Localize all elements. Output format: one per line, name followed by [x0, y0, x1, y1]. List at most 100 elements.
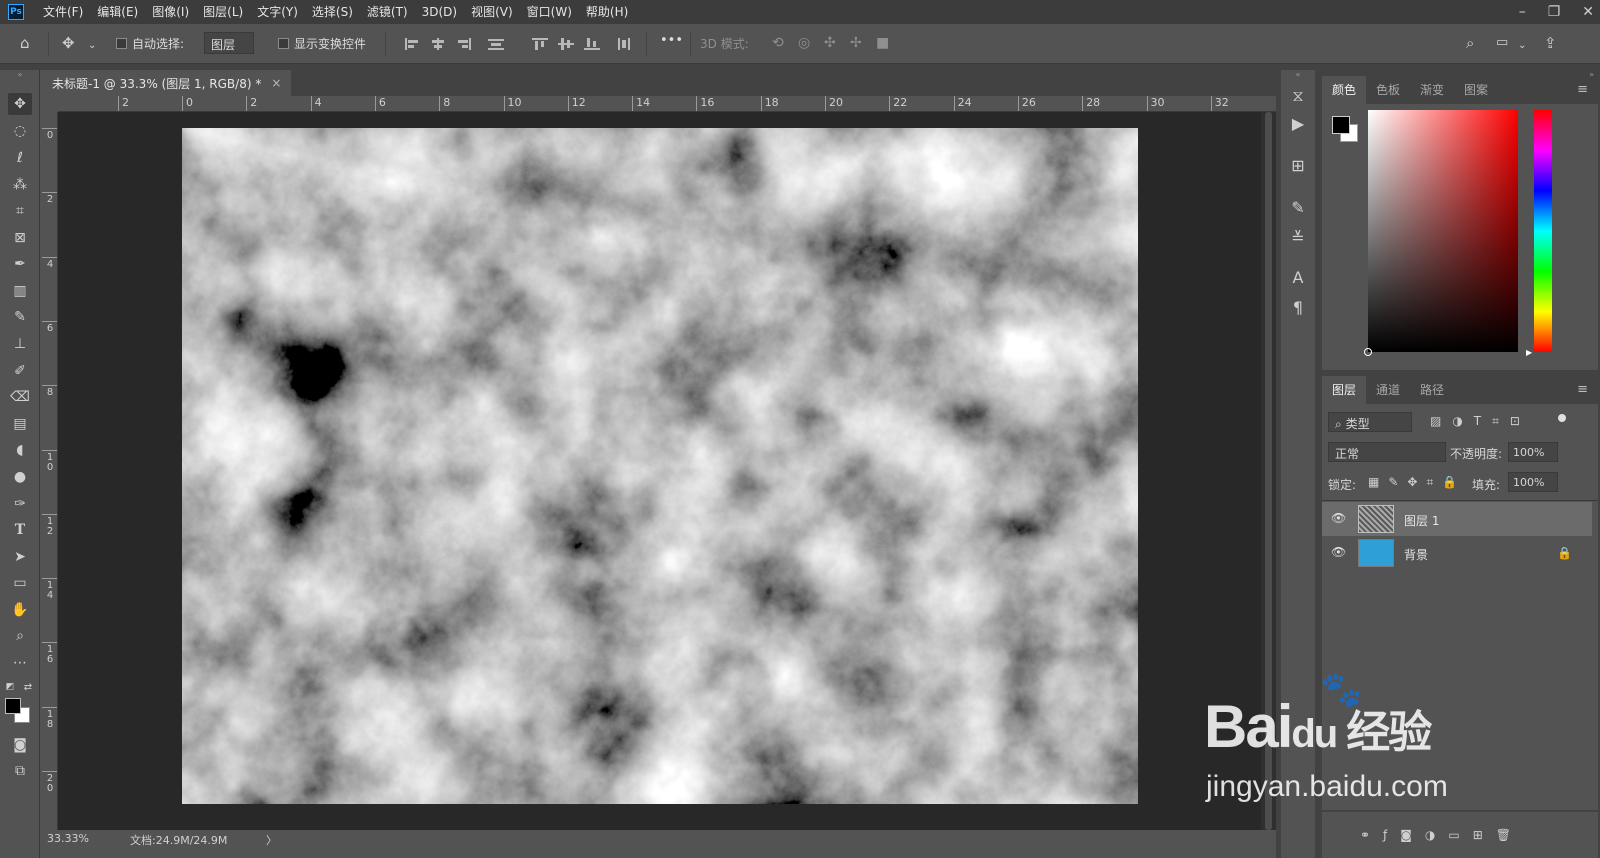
menu-image[interactable]: 图像(I) [145, 0, 196, 24]
zoom-level[interactable]: 33.33% [47, 832, 89, 845]
tab-layers[interactable]: 图层 [1322, 376, 1367, 404]
tab-color[interactable]: 颜色 [1322, 76, 1367, 104]
tab-gradients[interactable]: 渐变 [1410, 76, 1454, 104]
distribute-vertical-icon[interactable] [616, 38, 632, 50]
more-options-button[interactable]: ••• [660, 33, 683, 48]
eye-icon[interactable]: 👁 [1331, 546, 1346, 558]
eye-icon[interactable]: 👁 [1331, 512, 1346, 524]
expand-arrows-icon[interactable]: « [1281, 70, 1315, 79]
panel-menu-icon[interactable]: ≡ [1577, 82, 1588, 97]
move-tool-preset-icon[interactable]: ✥ [62, 34, 75, 52]
hue-slider-thumb[interactable]: ▶ [1526, 348, 1532, 357]
share-icon[interactable]: ⇪ [1544, 34, 1557, 52]
workspace-icon[interactable]: ▭ [1496, 34, 1508, 52]
menu-view[interactable]: 视图(V) [464, 0, 520, 24]
status-menu-arrow[interactable]: 〉 [266, 832, 277, 848]
restore-button[interactable]: ❐ [1548, 4, 1561, 20]
minimize-button[interactable]: – [1519, 4, 1526, 20]
libraries-panel-icon[interactable]: ⊞ [1281, 156, 1315, 175]
quick-mask-icon[interactable]: ◙ [8, 734, 32, 756]
align-top-icon[interactable] [532, 38, 548, 50]
actions-panel-icon[interactable]: ▶ [1281, 114, 1315, 133]
menu-layer[interactable]: 图层(L) [196, 0, 250, 24]
menu-window[interactable]: 窗口(W) [520, 0, 579, 24]
paragraph-panel-icon[interactable]: ¶ [1281, 298, 1315, 317]
tab-channels[interactable]: 通道 [1366, 376, 1410, 404]
history-brush-tool-icon[interactable]: ✐ [8, 360, 32, 382]
close-button[interactable]: ✕ [1582, 4, 1594, 20]
lasso-tool-icon[interactable]: ℓ [8, 147, 32, 169]
eyedropper-tool-icon[interactable]: ✒ [8, 253, 32, 275]
default-colors-icon[interactable]: ◩ [4, 676, 16, 698]
adjustments-panel-icon[interactable]: ≚ [1281, 228, 1315, 247]
home-icon[interactable]: ⌂ [20, 34, 30, 52]
saturation-brightness-field[interactable] [1364, 110, 1518, 356]
3d-orbit-icon[interactable]: ⟲ [772, 34, 784, 52]
vertical-ruler[interactable]: 0 2 4 6 8 10 12 14 16 18 20 [42, 112, 58, 830]
3d-pan-icon[interactable]: ✣ [824, 34, 836, 52]
more-tools-icon[interactable]: ⋯ [8, 652, 32, 674]
canvas-workspace[interactable] [58, 112, 1276, 830]
menu-help[interactable]: 帮助(H) [579, 0, 635, 24]
layer-row-layer1[interactable]: 👁 图层 1 [1322, 502, 1592, 536]
filter-toggle[interactable] [1558, 414, 1566, 422]
fill-input[interactable]: 100% [1508, 472, 1558, 492]
menu-select[interactable]: 选择(S) [305, 0, 360, 24]
menu-file[interactable]: 文件(F) [36, 0, 90, 24]
3d-roll-icon[interactable]: ◎ [798, 34, 810, 52]
tab-close-icon[interactable]: × [271, 76, 281, 90]
hand-tool-icon[interactable]: ✋ [8, 599, 32, 621]
marquee-tool-icon[interactable]: ◌ [8, 120, 32, 142]
hue-slider[interactable] [1534, 110, 1552, 352]
align-right-icon[interactable] [456, 38, 472, 50]
blur-tool-icon[interactable]: ◖ [8, 439, 32, 461]
collapse-arrows-icon[interactable]: » [8, 70, 32, 79]
zoom-tool-icon[interactable]: ⌕ [8, 625, 32, 647]
swap-colors-icon[interactable]: ⇄ [22, 676, 34, 698]
path-select-tool-icon[interactable]: ➤ [8, 546, 32, 568]
layer-name[interactable]: 图层 1 [1404, 512, 1439, 529]
eraser-tool-icon[interactable]: ⌫ [8, 386, 32, 408]
history-panel-icon[interactable]: ⧖ [1281, 86, 1315, 106]
brush-tool-icon[interactable]: ✎ [8, 306, 32, 328]
gradient-tool-icon[interactable]: ▤ [8, 413, 32, 435]
tab-paths[interactable]: 路径 [1410, 376, 1454, 404]
stamp-tool-icon[interactable]: ⊥ [8, 333, 32, 355]
auto-select-checkbox[interactable] [116, 38, 127, 49]
tab-patterns[interactable]: 图案 [1454, 76, 1498, 104]
layer-row-background[interactable]: 👁 背景 🔒 [1322, 536, 1592, 570]
3d-camera-icon[interactable]: ■ [876, 34, 889, 52]
magic-wand-tool-icon[interactable]: ⁂ [8, 174, 32, 196]
healing-brush-tool-icon[interactable]: ▥ [8, 280, 32, 302]
character-panel-icon[interactable]: A [1281, 268, 1315, 287]
document-tab[interactable]: 未标题-1 @ 33.3% (图层 1, RGB/8) * × [42, 70, 292, 96]
brush-settings-icon[interactable]: ✎ [1281, 198, 1315, 217]
rectangle-tool-icon[interactable]: ▭ [8, 572, 32, 594]
align-left-icon[interactable] [404, 38, 420, 50]
layer-actions[interactable]: ⚭ƒ◙◑▭⊞🗑 [1360, 828, 1524, 842]
type-tool-icon[interactable]: T [8, 519, 32, 541]
lock-icon[interactable]: 🔒 [1557, 546, 1572, 560]
3d-slide-icon[interactable]: ✢ [850, 34, 862, 52]
pen-tool-icon[interactable]: ✑ [8, 493, 32, 515]
align-bottom-icon[interactable] [584, 38, 600, 50]
show-transform-checkbox[interactable] [278, 38, 289, 49]
panel-menu-icon[interactable]: ≡ [1577, 382, 1588, 397]
menu-filter[interactable]: 滤镜(T) [360, 0, 415, 24]
layer-filter-icons[interactable]: ▨◑T⌗⊡ [1430, 414, 1531, 429]
auto-select-dropdown[interactable]: 图层 [204, 32, 254, 54]
tab-swatches[interactable]: 色板 [1366, 76, 1410, 104]
menu-type[interactable]: 文字(Y) [250, 0, 305, 24]
dodge-tool-icon[interactable]: ● [8, 466, 32, 488]
document-canvas[interactable] [182, 128, 1138, 804]
distribute-icon[interactable] [488, 38, 504, 50]
screen-mode-icon[interactable]: ⧉ [8, 760, 32, 782]
crop-tool-icon[interactable]: ⌗ [8, 200, 32, 222]
layer-filter-dropdown[interactable]: ⌕ 类型 [1328, 412, 1412, 432]
align-vcenter-icon[interactable] [558, 38, 574, 50]
chevron-down-icon[interactable]: ⌄ [1518, 37, 1526, 55]
menu-edit[interactable]: 编辑(E) [90, 0, 145, 24]
chevron-down-icon[interactable]: ⌄ [88, 37, 96, 55]
frame-tool-icon[interactable]: ⊠ [8, 227, 32, 249]
lock-options-icons[interactable]: ▦✎✥⌗🔒 [1368, 475, 1466, 490]
